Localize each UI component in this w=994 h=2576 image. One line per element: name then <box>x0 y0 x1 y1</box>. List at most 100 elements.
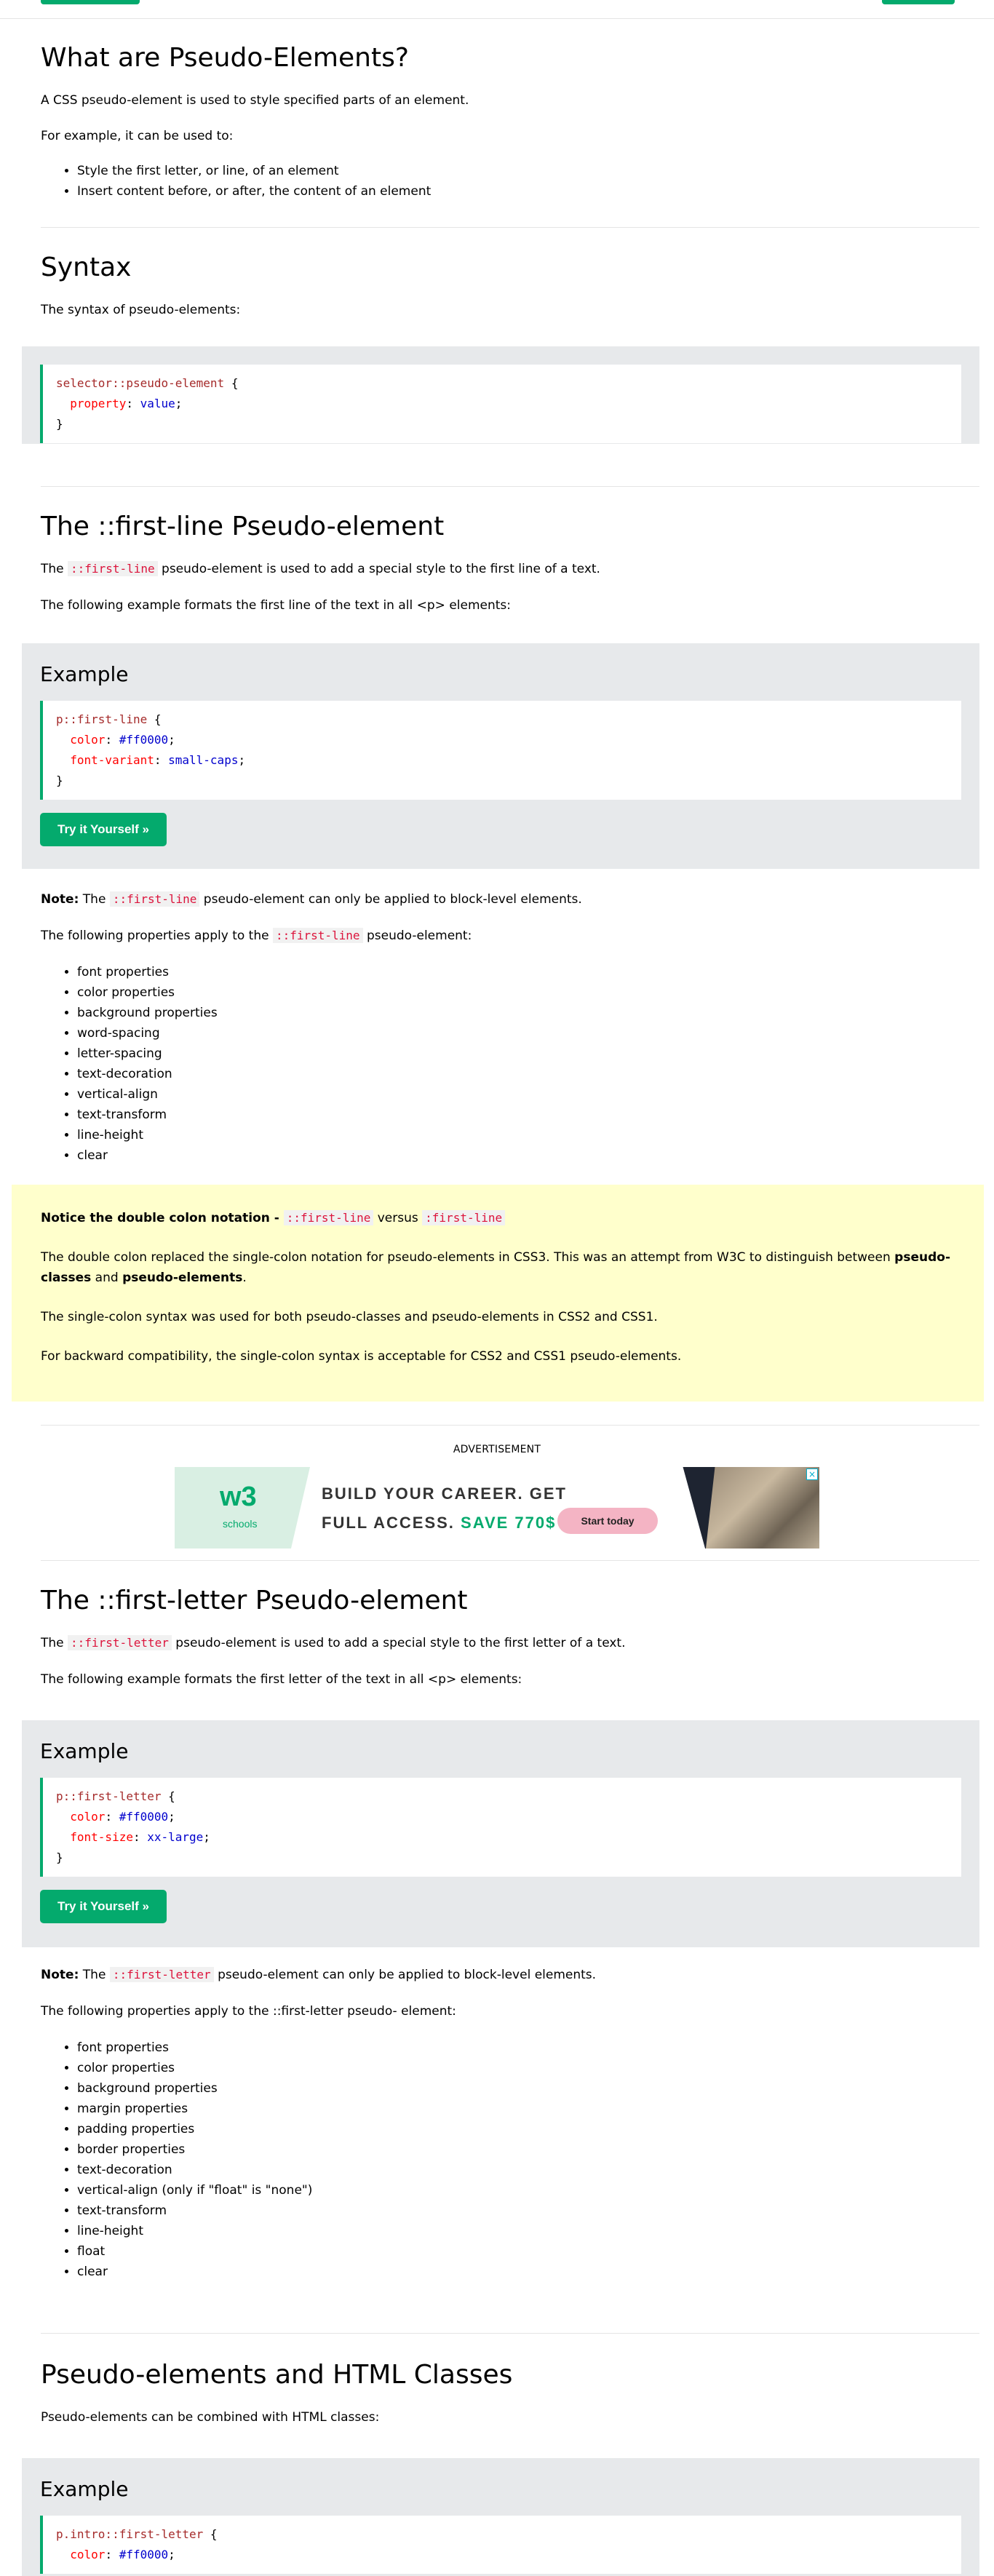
code-property: font-variant <box>70 753 154 767</box>
example-box: Example p::first-line { color: #ff0000; … <box>22 643 979 869</box>
inline-code: ::first-line <box>283 1210 374 1225</box>
logo-mark: w3 <box>220 1482 257 1512</box>
example-title: Example <box>40 1739 129 1763</box>
list-item: background properties <box>77 1003 979 1023</box>
logo-text: schools <box>223 1518 258 1530</box>
first-line-paragraph-2: The following example formats the first … <box>41 598 511 613</box>
list-item: font properties <box>77 962 979 982</box>
text: The <box>41 562 68 576</box>
notice-heading: Notice the double colon notation - ::fir… <box>41 1208 955 1228</box>
text: pseudo-element can only be applied to bl… <box>199 892 582 907</box>
next-button[interactable] <box>882 0 955 4</box>
first-line-notes: Note: The ::first-line pseudo-element ca… <box>41 889 979 1166</box>
first-letter-paragraph-2: The following example formats the first … <box>41 1672 522 1687</box>
code-property: color <box>70 2548 106 2561</box>
intro-paragraph: A CSS pseudo-element is used to style sp… <box>41 93 469 108</box>
divider <box>41 227 979 228</box>
advertisement: ADVERTISEMENT w3 schools BUILD YOUR CARE… <box>0 1444 994 1553</box>
list-item: padding properties <box>77 2119 979 2139</box>
ad-photo <box>706 1467 819 1549</box>
code-property: color <box>70 1810 106 1824</box>
bold-term: pseudo-elements <box>122 1271 243 1285</box>
text: pseudo-element is used to add a special … <box>157 562 600 576</box>
code-value: xx-large <box>147 1830 204 1844</box>
ad-save-text: SAVE 770$ <box>461 1514 557 1532</box>
note-label: Note: <box>41 1968 79 1982</box>
example-code-block: p.intro::first-letter { color: #ff0000; <box>40 2516 961 2574</box>
example-code-block: p::first-letter { color: #ff0000; font-s… <box>40 1778 961 1877</box>
inline-code: ::first-letter <box>109 1967 214 1982</box>
list-item: background properties <box>77 2078 979 2099</box>
ad-headline-1: BUILD YOUR CAREER. GET <box>322 1484 567 1503</box>
example-box: Example p.intro::first-letter { color: #… <box>22 2458 979 2576</box>
list-item: text-decoration <box>77 1064 979 1084</box>
code-value: value <box>140 397 175 410</box>
text: The double colon replaced the single-col… <box>41 1250 895 1265</box>
text: versus <box>373 1211 423 1225</box>
notice-paragraph-2: The single-colon syntax was used for bot… <box>41 1310 658 1324</box>
first-letter-section: The ::first-letter Pseudo-element The ::… <box>41 1585 979 1690</box>
first-letter-notes: Note: The ::first-letter pseudo-element … <box>41 1965 979 2282</box>
list-item: margin properties <box>77 2099 979 2119</box>
divider <box>41 1560 979 1561</box>
ad-label: ADVERTISEMENT <box>453 1444 541 1455</box>
note-paragraph: Note: The ::first-letter pseudo-element … <box>41 1965 979 1985</box>
w3schools-logo: w3 schools <box>175 1467 310 1549</box>
list-item: float <box>77 2241 979 2262</box>
syntax-code-box: selector::pseudo-element { property: val… <box>22 346 979 444</box>
note-label: Note: <box>41 892 79 907</box>
ad-banner[interactable]: w3 schools BUILD YOUR CAREER. GET FULL A… <box>175 1467 819 1549</box>
first-line-paragraph: The ::first-line pseudo-element is used … <box>41 559 979 579</box>
divider <box>41 1425 979 1426</box>
previous-button[interactable] <box>41 0 140 4</box>
notice-bold: Notice the double colon notation - <box>41 1211 284 1225</box>
list-item: Insert content before, or after, the con… <box>77 181 979 202</box>
inline-code: ::first-line <box>68 561 158 576</box>
start-today-button[interactable]: Start today <box>557 1508 658 1534</box>
divider <box>41 486 979 487</box>
list-item: Style the first letter, or line, of an e… <box>77 161 979 181</box>
list-item: clear <box>77 2262 979 2282</box>
list-item: text-transform <box>77 1105 979 1125</box>
classes-section: Pseudo-elements and HTML Classes Pseudo-… <box>41 2359 979 2428</box>
properties-intro: The following properties apply to the ::… <box>41 2004 456 2019</box>
inline-code: ::first-letter <box>68 1635 172 1650</box>
code-value: #ff0000 <box>119 1810 169 1824</box>
ad-headline-2: FULL ACCESS. SAVE 770$ <box>322 1514 556 1533</box>
example-title: Example <box>40 2477 129 2501</box>
list-item: color properties <box>77 982 979 1003</box>
text: The <box>79 1968 110 1982</box>
list-item: word-spacing <box>77 1023 979 1043</box>
list-item: line-height <box>77 2221 979 2241</box>
code-selector: p::first-line <box>56 712 148 726</box>
list-item: font properties <box>77 2038 979 2058</box>
intro-list: Style the first letter, or line, of an e… <box>77 161 979 202</box>
classes-paragraph: Pseudo-elements can be combined with HTM… <box>41 2410 380 2425</box>
text: . <box>242 1271 247 1285</box>
intro-section: What are Pseudo-Elements? A CSS pseudo-e… <box>41 42 979 202</box>
example-code-block: p::first-line { color: #ff0000; font-var… <box>40 701 961 800</box>
top-nav-strip <box>0 0 994 19</box>
try-it-yourself-button[interactable]: Try it Yourself » <box>40 813 167 846</box>
divider <box>41 2333 979 2334</box>
intro-title: What are Pseudo-Elements? <box>41 43 409 73</box>
first-letter-paragraph: The ::first-letter pseudo-element is use… <box>41 1633 979 1653</box>
code-value: small-caps <box>168 753 239 767</box>
try-it-yourself-button[interactable]: Try it Yourself » <box>40 1890 167 1923</box>
text: The <box>41 1636 68 1650</box>
inline-code: ::first-line <box>272 928 363 943</box>
intro-paragraph-2: For example, it can be used to: <box>41 129 234 143</box>
first-letter-properties-list: font properties color properties backgro… <box>77 2038 979 2282</box>
notice-paragraph-3: For backward compatibility, the single-c… <box>41 1349 682 1364</box>
code-selector: p.intro::first-letter <box>56 2527 204 2541</box>
list-item: border properties <box>77 2139 979 2160</box>
list-item: clear <box>77 1145 979 1166</box>
text: pseudo-element is used to add a special … <box>171 1636 626 1650</box>
syntax-section: Syntax The syntax of pseudo-elements: <box>41 252 979 320</box>
ad-close-icon[interactable]: × <box>806 1468 818 1480</box>
notice-panel: Notice the double colon notation - ::fir… <box>12 1185 984 1402</box>
first-line-properties-list: font properties color properties backgro… <box>77 962 979 1166</box>
code-property: property <box>70 397 127 410</box>
properties-intro: The following properties apply to the ::… <box>41 926 979 946</box>
text: The <box>79 892 110 907</box>
